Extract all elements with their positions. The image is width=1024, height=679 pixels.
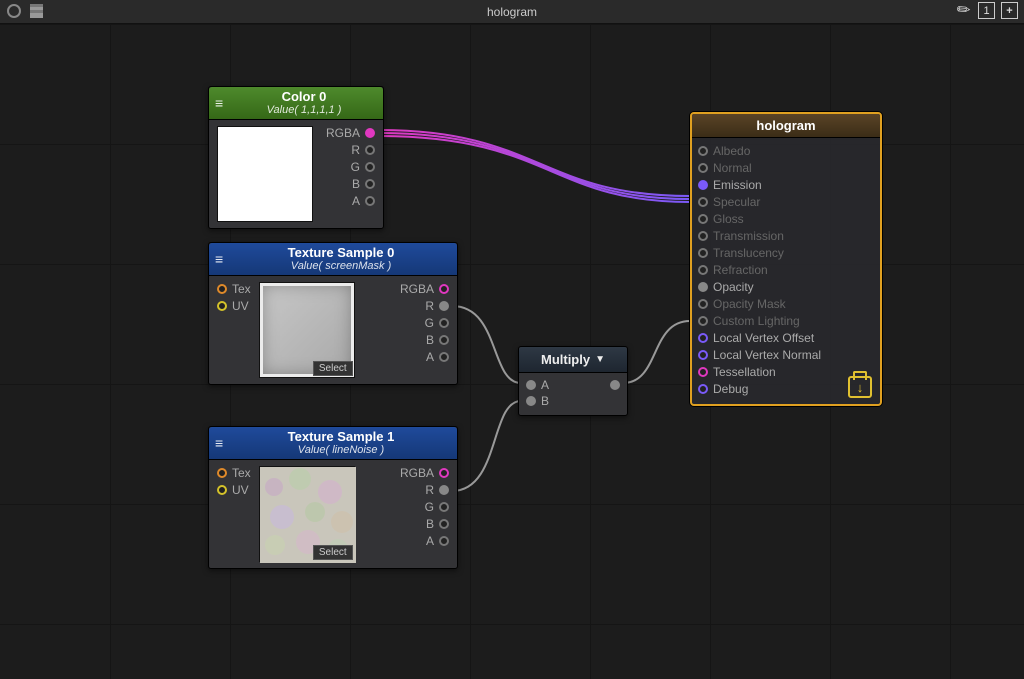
node-header[interactable]: ≡ Texture Sample 0 Value( screenMask ) — [209, 243, 457, 276]
brush-icon[interactable]: ✎ — [953, 0, 976, 21]
output-b[interactable]: B — [426, 517, 449, 531]
input-normal[interactable]: Normal — [698, 161, 872, 175]
output-g[interactable]: G — [351, 160, 375, 174]
node-title: Texture Sample 0 — [231, 246, 451, 260]
input-a[interactable]: A — [526, 378, 549, 392]
output-rgba[interactable]: RGBA — [326, 126, 375, 140]
input-refraction[interactable]: Refraction — [698, 263, 872, 277]
node-texture-sample-1[interactable]: ≡ Texture Sample 1 Value( lineNoise ) Te… — [208, 426, 458, 569]
node-title: Color 0 — [231, 90, 377, 104]
output-r[interactable]: R — [425, 299, 449, 313]
node-texture-sample-0[interactable]: ≡ Texture Sample 0 Value( screenMask ) T… — [208, 242, 458, 385]
input-local-vertex-normal[interactable]: Local Vertex Normal — [698, 348, 872, 362]
close-icon[interactable] — [6, 3, 22, 19]
input-emission[interactable]: Emission — [698, 178, 872, 192]
maximize-icon[interactable]: 1 — [978, 2, 995, 19]
node-header[interactable]: Multiply ▼ — [519, 347, 627, 373]
input-b[interactable]: B — [526, 394, 549, 408]
node-subtitle: Value( 1,1,1,1 ) — [231, 104, 377, 116]
output[interactable] — [610, 380, 620, 390]
node-multiply[interactable]: Multiply ▼ A B — [518, 346, 628, 416]
node-master-output[interactable]: hologram Albedo Normal Emission Specular… — [690, 112, 882, 406]
input-custom-lighting[interactable]: Custom Lighting — [698, 314, 872, 328]
input-debug[interactable]: Debug — [698, 382, 872, 396]
select-button[interactable]: Select — [313, 361, 353, 376]
add-icon[interactable]: + — [1001, 2, 1018, 19]
output-b[interactable]: B — [426, 333, 449, 347]
output-a[interactable]: A — [426, 350, 449, 364]
menu-icon[interactable]: ≡ — [215, 95, 231, 111]
input-tex[interactable]: Tex — [217, 466, 251, 480]
editor-window: hologram ✎ 1 + — [0, 0, 1024, 679]
input-specular[interactable]: Specular — [698, 195, 872, 209]
texture-preview[interactable]: Select — [259, 466, 355, 562]
node-title[interactable]: hologram — [692, 114, 880, 138]
document-icon[interactable] — [28, 3, 44, 19]
node-header[interactable]: ≡ Color 0 Value( 1,1,1,1 ) — [209, 87, 383, 120]
node-color-0[interactable]: ≡ Color 0 Value( 1,1,1,1 ) RGBA R G B A — [208, 86, 384, 229]
output-rgba[interactable]: RGBA — [400, 466, 449, 480]
node-title: Texture Sample 1 — [231, 430, 451, 444]
input-translucency[interactable]: Translucency — [698, 246, 872, 260]
input-tex[interactable]: Tex — [217, 282, 251, 296]
output-r[interactable]: R — [425, 483, 449, 497]
menu-icon[interactable]: ≡ — [215, 435, 231, 451]
input-tessellation[interactable]: Tessellation — [698, 365, 872, 379]
node-subtitle: Value( screenMask ) — [231, 260, 451, 272]
texture-preview[interactable]: Select — [259, 282, 355, 378]
input-opacity[interactable]: Opacity — [698, 280, 872, 294]
input-uv[interactable]: UV — [217, 299, 251, 313]
input-albedo[interactable]: Albedo — [698, 144, 872, 158]
node-subtitle: Value( lineNoise ) — [231, 444, 451, 456]
select-button[interactable]: Select — [313, 545, 353, 560]
color-preview[interactable] — [217, 126, 313, 222]
output-g[interactable]: G — [425, 500, 449, 514]
save-icon[interactable]: ↓ — [848, 376, 872, 398]
output-g[interactable]: G — [425, 316, 449, 330]
input-transmission[interactable]: Transmission — [698, 229, 872, 243]
window-title: hologram — [487, 5, 537, 19]
input-uv[interactable]: UV — [217, 483, 251, 497]
title-bar[interactable]: hologram ✎ 1 + — [0, 0, 1024, 24]
input-opacity-mask[interactable]: Opacity Mask — [698, 297, 872, 311]
input-gloss[interactable]: Gloss — [698, 212, 872, 226]
input-local-vertex-offset[interactable]: Local Vertex Offset — [698, 331, 872, 345]
node-header[interactable]: ≡ Texture Sample 1 Value( lineNoise ) — [209, 427, 457, 460]
output-b[interactable]: B — [352, 177, 375, 191]
output-r[interactable]: R — [351, 143, 375, 157]
graph-canvas[interactable]: ≡ Color 0 Value( 1,1,1,1 ) RGBA R G B A — [0, 24, 1024, 679]
output-a[interactable]: A — [426, 534, 449, 548]
chevron-down-icon[interactable]: ▼ — [595, 354, 605, 365]
menu-icon[interactable]: ≡ — [215, 251, 231, 267]
node-title: Multiply — [541, 352, 590, 367]
output-rgba[interactable]: RGBA — [400, 282, 449, 296]
output-a[interactable]: A — [352, 194, 375, 208]
